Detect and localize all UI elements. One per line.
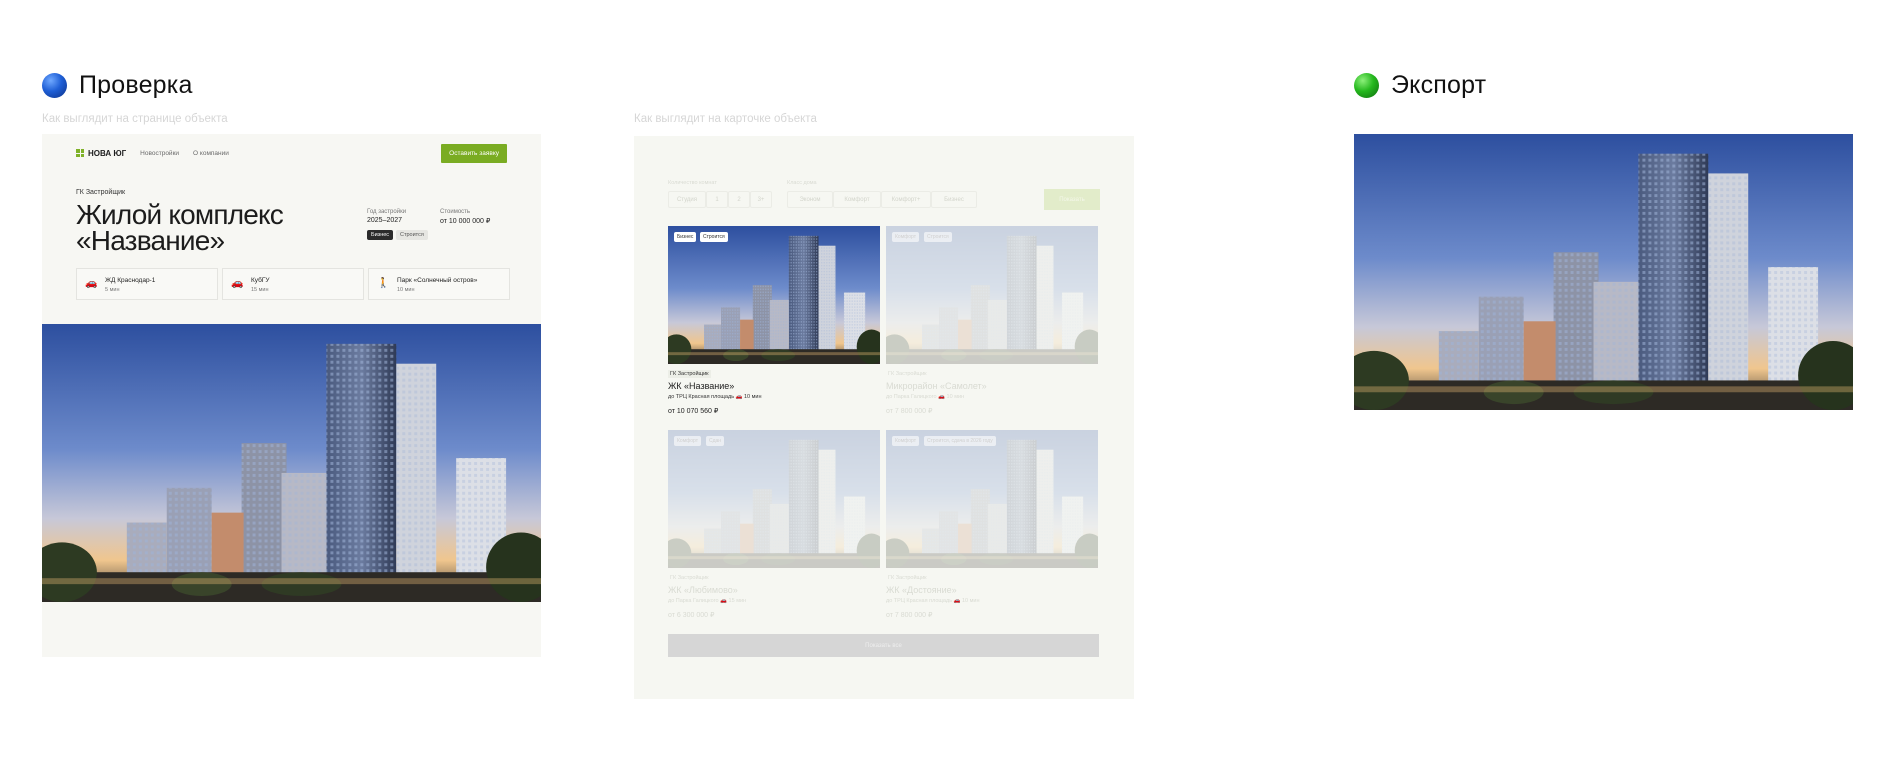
- card-image[interactable]: [668, 430, 880, 568]
- location-time: 5 мин: [105, 287, 120, 293]
- card-tag: Сдан: [706, 436, 725, 446]
- logo[interactable]: НОВА ЮГ: [76, 149, 126, 158]
- price-value: от 10 000 000 ₽: [440, 218, 491, 225]
- card-image[interactable]: [886, 430, 1098, 568]
- car-icon: 🚗: [720, 598, 729, 604]
- logo-mark-icon: [76, 149, 84, 157]
- rooms-filter-label: Количество комнат: [668, 180, 717, 186]
- card-location: до Парка Галицкого 🚗 15 мин: [668, 598, 746, 604]
- location-time: 15 мин: [251, 287, 269, 293]
- nav-link-about[interactable]: О компании: [193, 150, 229, 157]
- location-name: КубГУ: [251, 277, 270, 284]
- section-export-title: Экспорт: [1391, 71, 1487, 99]
- card-price: от 6 300 000 ₽: [668, 612, 715, 619]
- completion-label: Год застройки: [367, 209, 407, 215]
- green-circle-icon: [1354, 73, 1379, 98]
- class-chip-business[interactable]: Бизнес: [931, 191, 977, 208]
- tag-class: Бизнес: [367, 230, 394, 240]
- object-card-frame: Количество комнат Класс дома Студия 1 2 …: [634, 136, 1134, 699]
- card-location-name: до ТРЦ Красная площадь: [886, 598, 953, 604]
- card-title[interactable]: ЖК «Любимово»: [668, 585, 738, 595]
- card-location-time: 10 мин: [961, 598, 980, 604]
- object-page-frame: НОВА ЮГ Новостройки О компании Оставить …: [42, 134, 541, 657]
- section-export-heading: Экспорт: [1354, 71, 1486, 100]
- class-chip-comfort[interactable]: Комфорт: [833, 191, 881, 208]
- developer-name: ГК Застройщик: [76, 189, 126, 196]
- card-image[interactable]: [668, 226, 880, 364]
- site-header: НОВА ЮГ Новостройки О компании Оставить …: [76, 143, 507, 163]
- location-item: 🚗 КубГУ 15 мин: [222, 268, 364, 300]
- card-location-time: 15 мин: [728, 598, 747, 604]
- card-title[interactable]: ЖК «Достояние»: [886, 585, 957, 595]
- location-name: Парк «Солнечный остров»: [397, 277, 478, 284]
- location-item: 🚶 Парк «Солнечный остров» 10 мин: [368, 268, 510, 300]
- export-image: [1354, 134, 1853, 410]
- class-chip-economy[interactable]: Эконом: [787, 191, 833, 208]
- hero-image: [42, 324, 541, 602]
- car-icon: 🚗: [231, 278, 244, 289]
- car-icon: 🚗: [735, 394, 744, 400]
- card-tag: Комфорт: [892, 232, 919, 242]
- card-price: от 10 070 560 ₽: [668, 408, 719, 415]
- completion-value: 2025–2027: [367, 217, 403, 224]
- section-check-heading: Проверка: [42, 71, 193, 100]
- walk-icon: 🚶: [377, 278, 390, 289]
- card-location: до Парка Галицкого 🚗 10 мин: [886, 394, 964, 400]
- card-location-time: 10 мин: [946, 394, 965, 400]
- rooms-chip-1[interactable]: 1: [706, 191, 728, 208]
- card-price: от 7 800 000 ₽: [886, 408, 933, 415]
- card-image[interactable]: [886, 226, 1098, 364]
- card-developer: ГК Застройщик: [888, 371, 927, 377]
- page-title: Жилой комплекс «Название»: [76, 201, 306, 256]
- car-icon: 🚗: [85, 278, 98, 289]
- card-tag: Комфорт: [892, 436, 919, 446]
- title-line-2: «Название»: [76, 225, 225, 256]
- card-tag: Строится, сдача в 2026 году: [924, 436, 996, 446]
- rooms-chip-3plus[interactable]: 3+: [750, 191, 772, 208]
- card-location-name: до Парка Галицкого: [668, 598, 719, 604]
- card-location-name: до ТРЦ Красная площадь: [668, 394, 735, 400]
- car-icon: 🚗: [938, 394, 947, 400]
- caption-object-page: Как выглядит на странице объекта: [42, 113, 228, 125]
- request-button[interactable]: Оставить заявку: [441, 143, 507, 163]
- card-tag: Бизнес: [674, 232, 697, 242]
- card-tag: Строится: [924, 232, 952, 242]
- rooms-chip-2[interactable]: 2: [728, 191, 750, 208]
- car-icon: 🚗: [953, 598, 962, 604]
- class-filter-label: Класс дома: [787, 180, 817, 186]
- card-tag: Комфорт: [674, 436, 701, 446]
- card-developer: ГК Застройщик: [888, 575, 927, 581]
- card-title[interactable]: Микрорайон «Самолет»: [886, 381, 987, 391]
- tag-status: Строится: [396, 230, 428, 240]
- card-location-time: 10 мин: [743, 394, 762, 400]
- card-developer: ГК Застройщик: [668, 370, 711, 378]
- card-price: от 7 800 000 ₽: [886, 612, 933, 619]
- show-all-button[interactable]: Показать все: [668, 634, 1099, 657]
- card-tag: Строится: [700, 232, 728, 242]
- card-developer: ГК Застройщик: [670, 575, 709, 581]
- card-title[interactable]: ЖК «Название»: [668, 381, 734, 391]
- card-location-name: до Парка Галицкого: [886, 394, 937, 400]
- rooms-chip-studio[interactable]: Студия: [668, 191, 706, 208]
- location-item: 🚗 ЖД Краснодар-1 5 мин: [76, 268, 218, 300]
- logo-text: НОВА ЮГ: [88, 148, 127, 158]
- blue-circle-icon: [42, 73, 67, 98]
- nav-link-new-buildings[interactable]: Новостройки: [140, 150, 179, 157]
- caption-object-card: Как выглядит на карточке объекта: [634, 113, 817, 125]
- location-time: 10 мин: [397, 287, 415, 293]
- section-check-title: Проверка: [79, 71, 193, 99]
- card-location: до ТРЦ Красная площадь 🚗 10 мин: [668, 394, 762, 400]
- card-location: до ТРЦ Красная площадь 🚗 10 мин: [886, 598, 980, 604]
- class-chip-comfort-plus[interactable]: Комфорт+: [881, 191, 931, 208]
- price-label: Стоимость: [440, 209, 471, 215]
- show-button[interactable]: Показать: [1044, 189, 1100, 210]
- location-name: ЖД Краснодар-1: [105, 277, 156, 284]
